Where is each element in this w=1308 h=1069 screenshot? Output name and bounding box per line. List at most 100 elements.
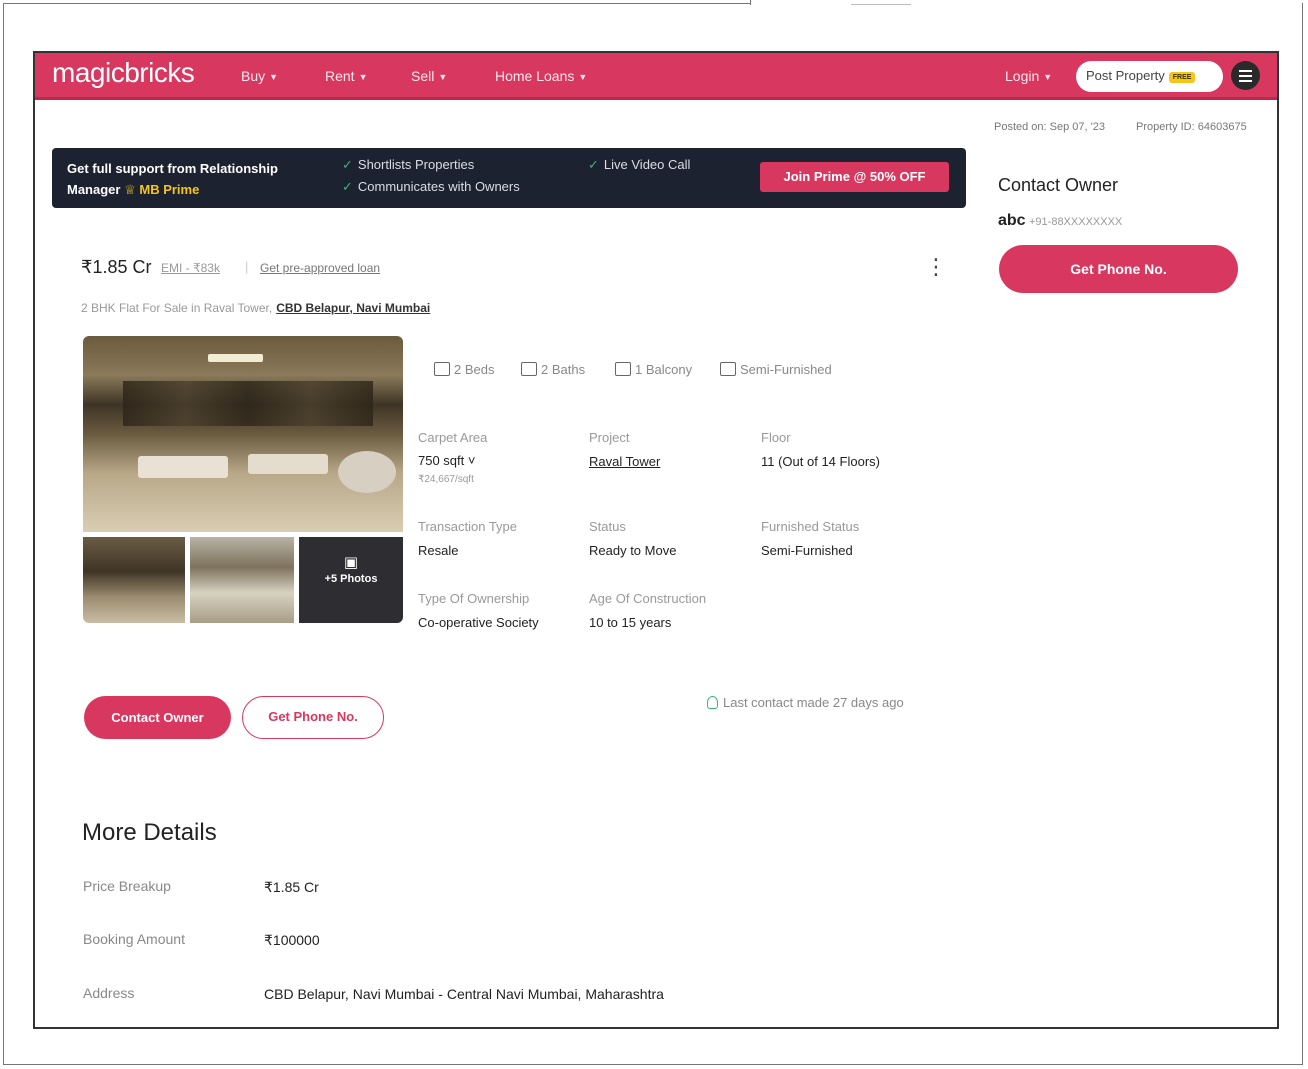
- transaction-type-value: Resale: [418, 543, 459, 558]
- chevron-down-icon: ▼: [438, 72, 448, 82]
- feature-balcony: 1 Balcony: [615, 362, 692, 377]
- feature-balcony-label: 1 Balcony: [635, 362, 693, 377]
- price-per-sqft: ₹24,667/sqft: [418, 474, 474, 485]
- prime-pitch: Get full support from Relationship Manag…: [67, 158, 278, 200]
- chevron-down-icon: ▼: [1043, 72, 1053, 82]
- login-label: Login: [1005, 68, 1040, 84]
- balcony-icon: [615, 362, 631, 376]
- price-breakup-value: ₹1.85 Cr: [264, 879, 319, 895]
- free-badge: FREE: [1168, 72, 1196, 83]
- check-icon: ✓: [342, 179, 353, 194]
- camera-icon: ▣: [343, 554, 359, 571]
- benefit-label: Communicates with Owners: [357, 179, 520, 194]
- detail-label: Age Of Construction: [589, 591, 707, 606]
- address-value: CBD Belapur, Navi Mumbai - Central Navi …: [264, 986, 664, 1002]
- more-photos-button[interactable]: ▣ +5 Photos: [299, 537, 403, 623]
- nav-rent[interactable]: Rent ▼: [325, 68, 368, 84]
- nav-sell-label: Sell: [411, 68, 435, 84]
- benefit-shortlists: ✓ Shortlists Properties: [342, 157, 474, 173]
- chevron-down-icon: ▼: [269, 72, 279, 82]
- more-details-title: More Details: [82, 819, 217, 846]
- furniture-icon: [720, 362, 736, 376]
- top-navbar: magicbricks Buy ▼ Rent ▼ Sell ▼ Home Loans ▼…: [35, 53, 1277, 100]
- carpet-area-value[interactable]: 750 sqft ˅: [418, 453, 475, 468]
- login-dropdown[interactable]: Login ▼: [1005, 68, 1052, 84]
- posted-on: Posted on: Sep 07, '23: [994, 121, 1105, 133]
- detail-label: Type Of Ownership: [418, 591, 530, 606]
- detail-row-label: Price Breakup: [83, 878, 171, 894]
- feature-furnishing-label: Semi-Furnished: [740, 362, 832, 377]
- owner-name: abc: [998, 212, 1026, 229]
- last-contact-text: Last contact made 27 days ago: [723, 695, 904, 710]
- main-photo[interactable]: [83, 336, 403, 532]
- hamburger-menu-icon[interactable]: [1231, 61, 1260, 90]
- prime-banner: Get full support from Relationship Manag…: [52, 148, 966, 208]
- emi-link[interactable]: EMI - ₹83k: [161, 261, 220, 275]
- photo-thumbnail[interactable]: [83, 537, 185, 623]
- crown-icon: ♕: [124, 182, 136, 197]
- listing-price: ₹1.85 Cr: [81, 257, 152, 277]
- more-photos-label: +5 Photos: [324, 573, 378, 585]
- location-link[interactable]: CBD Belapur, Navi Mumbai: [276, 301, 430, 315]
- detail-label: Carpet Area: [418, 430, 488, 445]
- check-icon: ✓: [342, 157, 353, 172]
- contact-owner-title: Contact Owner: [998, 175, 1119, 195]
- prime-line-1: Get full support from Relationship: [67, 161, 278, 176]
- prime-line-2: Manager ♕ MB Prime: [67, 179, 278, 200]
- floor-value: 11 (Out of 14 Floors): [761, 454, 880, 469]
- project-link[interactable]: Raval Tower: [589, 454, 660, 469]
- chevron-down-icon: ▼: [358, 72, 368, 82]
- booking-amount-value: ₹100000: [264, 932, 320, 948]
- feature-baths-label: 2 Baths: [541, 362, 586, 377]
- nav-buy-label: Buy: [241, 68, 266, 84]
- detail-label: Transaction Type: [418, 519, 517, 534]
- bath-icon: [521, 362, 537, 376]
- age-of-construction-value: 10 to 15 years: [589, 615, 672, 630]
- last-contact-info: Last contact made 27 days ago: [707, 695, 904, 710]
- furnished-status-value: Semi-Furnished: [761, 543, 853, 558]
- detail-row-label: Booking Amount: [83, 931, 185, 947]
- listing-subtitle-text: 2 BHK Flat For Sale in Raval Tower,: [81, 301, 273, 315]
- detail-label: Floor: [761, 430, 791, 445]
- property-page: magicbricks Buy ▼ Rent ▼ Sell ▼ Home Loans ▼…: [33, 51, 1279, 1029]
- contact-owner-button[interactable]: Contact Owner: [84, 696, 231, 739]
- nav-sell[interactable]: Sell ▼: [411, 68, 447, 84]
- sidebar-get-phone-button[interactable]: Get Phone No.: [999, 245, 1238, 293]
- chevron-down-icon: ▼: [578, 72, 588, 82]
- person-icon: [707, 696, 718, 709]
- detail-label: Status: [589, 519, 626, 534]
- benefit-label: Shortlists Properties: [357, 157, 475, 172]
- benefit-video-call: ✓ Live Video Call: [588, 157, 690, 173]
- divider: |: [245, 259, 249, 274]
- photo-thumbnail[interactable]: [190, 537, 294, 623]
- detail-row-label: Address: [83, 985, 135, 1001]
- nav-home-loans[interactable]: Home Loans ▼: [495, 68, 587, 84]
- feature-baths: 2 Baths: [521, 362, 585, 377]
- preapproved-loan-link[interactable]: Get pre-approved loan: [260, 261, 380, 275]
- status-value: Ready to Move: [589, 543, 677, 558]
- detail-label: Furnished Status: [761, 519, 860, 534]
- check-icon: ✓: [588, 157, 599, 172]
- benefit-communicates: ✓ Communicates with Owners: [342, 179, 520, 195]
- nav-buy[interactable]: Buy ▼: [241, 68, 278, 84]
- feature-beds-label: 2 Beds: [454, 362, 495, 377]
- ownership-value: Co-operative Society: [418, 615, 539, 630]
- prime-line-2-prefix: Manager: [67, 182, 121, 197]
- listing-subtitle: 2 BHK Flat For Sale in Raval Tower, CBD B…: [81, 301, 430, 315]
- property-id: Property ID: 64603675: [1136, 121, 1247, 133]
- owner-phone-masked: +91-88XXXXXXXX: [1029, 216, 1123, 228]
- benefit-label: Live Video Call: [603, 157, 691, 172]
- nav-home-loans-label: Home Loans: [495, 68, 575, 84]
- feature-furnishing: Semi-Furnished: [720, 362, 832, 377]
- nav-rent-label: Rent: [325, 68, 355, 84]
- feature-beds: 2 Beds: [434, 362, 494, 377]
- post-property-button[interactable]: Post Property FREE: [1076, 61, 1223, 92]
- magicbricks-logo[interactable]: magicbricks: [52, 57, 195, 89]
- get-phone-button[interactable]: Get Phone No.: [242, 696, 384, 739]
- join-prime-button[interactable]: Join Prime @ 50% OFF: [760, 162, 949, 192]
- more-options-icon[interactable]: ⋮: [925, 254, 947, 280]
- bed-icon: [434, 362, 450, 376]
- post-property-label: Post Property: [1086, 68, 1165, 83]
- mb-prime-label: MB Prime: [139, 182, 200, 197]
- detail-label: Project: [589, 430, 630, 445]
